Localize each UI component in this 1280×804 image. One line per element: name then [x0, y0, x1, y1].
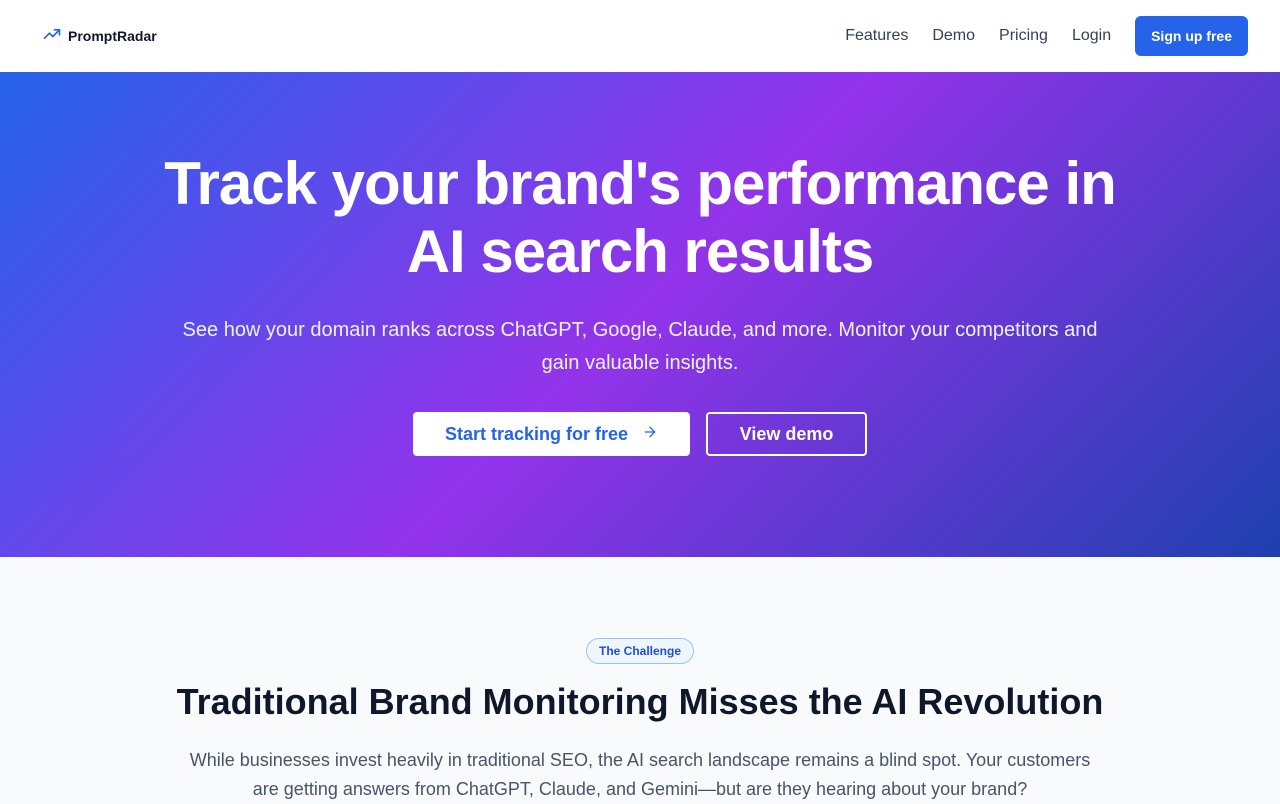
- nav-link-demo[interactable]: Demo: [932, 27, 975, 45]
- nav-links: Features Demo Pricing Login Sign up free: [845, 16, 1248, 56]
- hero-section: Track your brand's performance in AI sea…: [0, 72, 1280, 557]
- top-navbar: PromptRadar Features Demo Pricing Login …: [0, 0, 1280, 72]
- signup-button[interactable]: Sign up free: [1135, 16, 1248, 56]
- view-demo-button[interactable]: View demo: [706, 412, 867, 456]
- challenge-badge: The Challenge: [585, 638, 694, 664]
- start-tracking-button[interactable]: Start tracking for free: [413, 412, 690, 456]
- brand-name: PromptRadar: [68, 28, 157, 44]
- challenge-title: Traditional Brand Monitoring Misses the …: [176, 681, 1104, 722]
- hero-title: Track your brand's performance in AI sea…: [164, 150, 1117, 285]
- challenge-section: The Challenge Traditional Brand Monitori…: [0, 557, 1280, 800]
- nav-link-login[interactable]: Login: [1072, 27, 1111, 45]
- nav-link-features[interactable]: Features: [845, 27, 908, 45]
- challenge-body: While businesses invest heavily in tradi…: [189, 750, 1091, 799]
- hero-actions: Start tracking for free View demo: [0, 412, 1280, 456]
- arrow-right-icon: [642, 424, 658, 445]
- hero-subtitle: See how your domain ranks across ChatGPT…: [182, 319, 1098, 374]
- trending-up-icon: [42, 24, 62, 49]
- nav-link-pricing[interactable]: Pricing: [999, 27, 1048, 45]
- start-tracking-label: Start tracking for free: [444, 423, 629, 444]
- brand-logo[interactable]: PromptRadar: [42, 24, 157, 49]
